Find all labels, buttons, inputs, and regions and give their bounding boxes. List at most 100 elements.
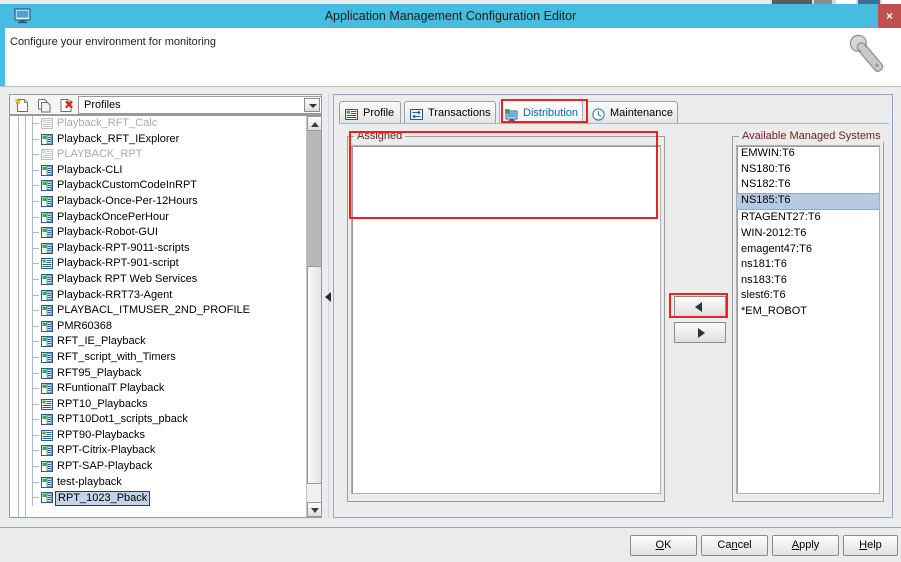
tree-item[interactable]: PLAYBACK_RPT (10, 147, 307, 163)
chevron-down-icon[interactable] (304, 98, 320, 112)
tree-line (32, 200, 39, 202)
tree-line (32, 372, 39, 374)
tree-item-label: RFT95_Playback (57, 366, 142, 379)
tree-item-label: RPT-SAP-Playback (57, 460, 153, 473)
cancel-post: cel (737, 539, 752, 551)
list-item[interactable]: *EM_ROBOT (737, 304, 879, 320)
collapse-left-icon[interactable] (325, 292, 331, 302)
tree-item[interactable]: Playback RPT Web Services (10, 271, 307, 288)
tree-line (32, 310, 39, 312)
tree-item[interactable]: RFT_IE_Playback (10, 334, 307, 350)
profiles-panel: Profiles Playback_RFT_Calc Playback_RFT_I… (9, 94, 322, 518)
move-left-button[interactable] (674, 296, 726, 317)
profiles-scrollbar[interactable] (306, 116, 321, 517)
list-item[interactable]: emagent47:T6 (737, 242, 879, 258)
tree-item[interactable]: RPT10Dot1_scripts_pback (10, 412, 307, 428)
tree-item[interactable]: RPT-SAP-Playback (10, 459, 307, 475)
scrollbar-thumb[interactable] (307, 266, 321, 484)
window-title: Application Management Configuration Edi… (324, 9, 577, 23)
tree-item[interactable]: Playback-RPT-9011-scripts (10, 240, 307, 257)
scroll-down-icon[interactable] (307, 502, 321, 517)
new-profile-icon[interactable] (14, 97, 31, 114)
help-button[interactable]: Help (843, 535, 898, 556)
tab-label: Maintenance (610, 107, 673, 119)
tree-item[interactable]: RPT-Citrix-Playback (10, 443, 307, 460)
delete-profile-icon[interactable] (58, 97, 75, 114)
tree-line (32, 341, 39, 343)
list-item[interactable]: NS182:T6 (737, 177, 879, 193)
tree-line (32, 403, 39, 405)
tree-item[interactable]: RFT_script_with_Timers (10, 349, 307, 366)
list-item[interactable]: NS180:T6 (737, 162, 879, 178)
tree-item[interactable]: test-playback (10, 474, 307, 491)
profile-icon (41, 320, 53, 332)
profile-icon (41, 367, 53, 379)
ok-button[interactable]: OK (630, 535, 697, 556)
list-item[interactable]: EMWIN:T6 (737, 146, 879, 162)
apply-button[interactable]: Apply (772, 535, 839, 556)
tab-profile[interactable]: Profile (339, 101, 401, 124)
tree-item-label: Playback RPT Web Services (57, 272, 198, 285)
tree-item-label: RFT_IE_Playback (57, 335, 146, 348)
cancel-button[interactable]: Cancel (701, 535, 768, 556)
script-icon (41, 118, 53, 129)
tree-item[interactable]: PlaybackOncePerHour (10, 209, 307, 226)
copy-profile-icon[interactable] (36, 97, 53, 114)
list-item[interactable]: ns183:T6 (737, 273, 879, 289)
tree-line (32, 356, 39, 358)
move-right-button[interactable] (674, 322, 726, 343)
tree-item-label: RPT10_Playbacks (57, 397, 148, 410)
tree-item[interactable]: RPT_1023_Pback (10, 490, 307, 507)
tree-item[interactable]: RFT95_Playback (10, 365, 307, 382)
tab-distribution[interactable]: Distribution (499, 100, 583, 125)
tree-item-label: RFuntionalT Playback (57, 382, 165, 395)
tree-line (32, 419, 39, 421)
profile-icon (41, 351, 53, 363)
available-group-label: Available Managed Systems (739, 130, 884, 142)
tab-label: Transactions (428, 107, 491, 119)
list-item[interactable]: slest6:T6 (737, 288, 879, 304)
tree-item-label: RPT10Dot1_scripts_pback (57, 413, 188, 426)
tree-line (32, 123, 39, 124)
profiles-combo[interactable]: Profiles (78, 96, 322, 114)
tab-transactions[interactable]: Transactions (404, 101, 496, 124)
tree-item[interactable]: Playback_RFT_IExplorer (10, 131, 307, 148)
tree-item[interactable]: Playback-RRT73-Agent (10, 287, 307, 304)
list-item[interactable]: WIN-2012:T6 (737, 226, 879, 242)
header-subtitle: Configure your environment for monitorin… (10, 36, 217, 48)
tree-item-label: Playback-Once-Per-12Hours (57, 194, 198, 207)
profile-icon (41, 289, 53, 301)
tree-line (32, 138, 39, 140)
tree-item[interactable]: RFuntionalT Playback (10, 381, 307, 397)
tree-item[interactable]: Playback-RPT-901-script (10, 256, 307, 272)
scrollbar-track[interactable] (307, 131, 321, 266)
tree-item[interactable]: PMR60368 (10, 318, 307, 335)
tree-item[interactable]: Playback_RFT_Calc (10, 116, 307, 132)
tab-maintenance[interactable]: Maintenance (586, 101, 678, 124)
list-item[interactable]: ns181:T6 (737, 257, 879, 273)
tree-item[interactable]: PlaybackCustomCodeInRPT (10, 178, 307, 194)
tree-item[interactable]: Playback-Once-Per-12Hours (10, 193, 307, 210)
help-post: elp (867, 539, 882, 551)
tree-item[interactable]: RPT10_Playbacks (10, 396, 307, 413)
available-managed-systems-list[interactable]: EMWIN:T6 NS180:T6 NS182:T6 NS185:T6 RTAGENT2… (736, 145, 880, 494)
list-item[interactable]: RTAGENT27:T6 (737, 210, 879, 226)
list-item[interactable]: NS185:T6 (737, 192, 879, 211)
profile-tab-icon (345, 107, 358, 120)
tree-item[interactable]: Playback-Robot-GUI (10, 225, 307, 241)
profile-icon (41, 476, 53, 488)
tree-item[interactable]: Playback-CLI (10, 162, 307, 179)
tree-line (32, 325, 39, 327)
header-banner: Configure your environment for monitorin… (0, 28, 901, 87)
tree-item[interactable]: RPT90-Playbacks (10, 427, 307, 444)
scroll-up-icon[interactable] (307, 116, 321, 131)
close-button[interactable]: × (878, 4, 901, 28)
tree-item-label: Playback-Robot-GUI (57, 226, 158, 239)
wrench-icon (842, 30, 898, 86)
profiles-tree-list[interactable]: Playback_RFT_Calc Playback_RFT_IExplorer P… (10, 116, 307, 517)
tree-item[interactable]: PLAYBACL_ITMUSER_2ND_PROFILE (10, 303, 307, 319)
script-icon (41, 258, 53, 270)
assigned-list[interactable] (351, 145, 661, 494)
profiles-tree[interactable]: Playback_RFT_Calc Playback_RFT_IExplorer P… (9, 115, 322, 518)
panel-splitter[interactable] (324, 94, 333, 518)
